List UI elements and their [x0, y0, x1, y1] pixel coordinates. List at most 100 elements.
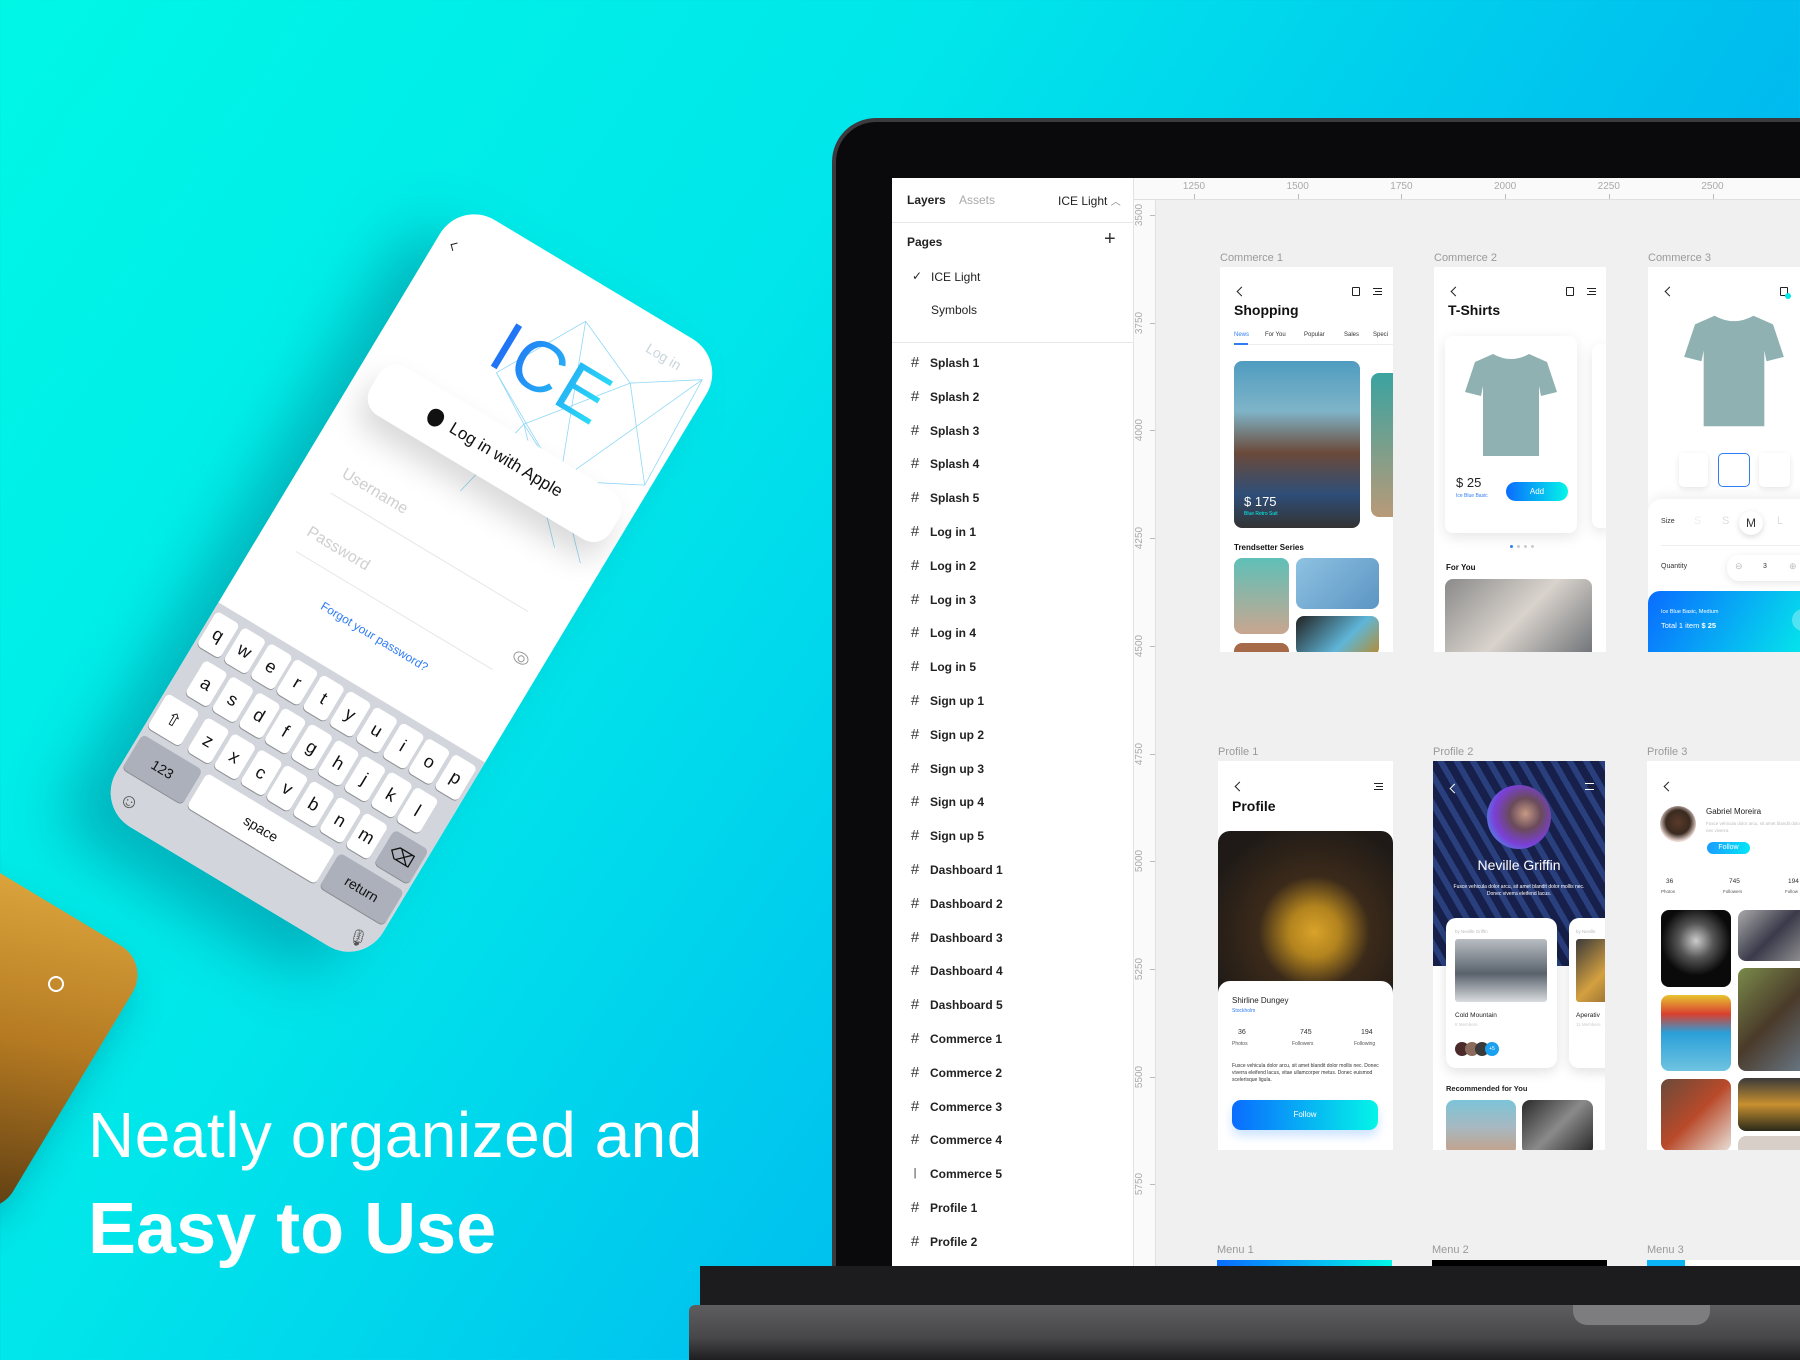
- frame-commerce-3[interactable]: Size S S M L Quantity ⊖ 3 ⊕ Ice Blue Bas…: [1648, 267, 1800, 652]
- layer-item[interactable]: # Sign up 4: [892, 791, 1132, 815]
- layer-item[interactable]: # Profile 1: [892, 1197, 1132, 1221]
- layer-item[interactable]: # Commerce 2: [892, 1062, 1132, 1086]
- search-icon: [48, 976, 64, 992]
- profile-location: Stockholm: [1232, 1008, 1256, 1014]
- layer-item[interactable]: # Dashboard 4: [892, 960, 1132, 984]
- layer-item[interactable]: # Commerce 1: [892, 1028, 1132, 1052]
- layer-item[interactable]: # Log in 2: [892, 555, 1132, 579]
- add-page-icon[interactable]: +: [1104, 228, 1116, 251]
- card-image: [1455, 939, 1547, 1002]
- layer-item[interactable]: # Splash 2: [892, 386, 1132, 410]
- product-price: $ 25: [1456, 475, 1482, 490]
- ruler-tick: [1150, 968, 1155, 970]
- order-summary: Ice Blue Basic, Medium: [1661, 609, 1719, 615]
- layer-item[interactable]: # Log in 4: [892, 622, 1132, 646]
- pages-title: Pages: [907, 235, 943, 249]
- follow-button[interactable]: Follow: [1707, 842, 1750, 854]
- frame-menu-1[interactable]: [1217, 1260, 1392, 1266]
- frame-icon: #: [910, 1232, 920, 1250]
- thumbnail[interactable]: [1759, 453, 1790, 487]
- frame-profile-3[interactable]: Gabriel Moreira Fusce vehicula dolor arc…: [1647, 761, 1800, 1150]
- layer-item[interactable]: # Log in 5: [892, 656, 1132, 680]
- minus-icon[interactable]: ⊖: [1735, 561, 1743, 572]
- layer-item[interactable]: # Log in 3: [892, 589, 1132, 613]
- layer-item[interactable]: # Sign up 1: [892, 690, 1132, 714]
- page-selector[interactable]: ICE Light ︿: [1058, 193, 1121, 208]
- frame-label-menu-1[interactable]: Menu 1: [1217, 1244, 1254, 1256]
- frame-icon: #: [910, 590, 920, 608]
- layer-item[interactable]: # Splash 1: [892, 352, 1132, 376]
- product-card[interactable]: $ 25 Ice Blue Basic Add: [1445, 336, 1577, 533]
- card-members: 8 Members: [1455, 1022, 1478, 1027]
- carousel-dot: [1531, 545, 1534, 548]
- frame-label-commerce-1[interactable]: Commerce 1: [1220, 252, 1283, 264]
- backspace-icon[interactable]: ⌫: [374, 829, 429, 885]
- ruler-y-label: 5250: [1134, 957, 1145, 981]
- layer-item[interactable]: # Splash 3: [892, 420, 1132, 444]
- layer-item[interactable]: # Sign up 3: [892, 758, 1132, 782]
- emoji-icon[interactable]: ☺: [114, 787, 144, 817]
- ruler-x-label: 1500: [1286, 181, 1309, 192]
- plus-icon[interactable]: ⊕: [1789, 561, 1797, 572]
- frame-menu-3[interactable]: [1647, 1260, 1800, 1266]
- frame-label-commerce-3[interactable]: Commerce 3: [1648, 252, 1711, 264]
- group-card[interactable]: by Neville Griffin Cold Mountain 8 Membe…: [1446, 918, 1557, 1068]
- page-item-symbols[interactable]: Symbols: [931, 303, 977, 317]
- layer-item[interactable]: # Dashboard 3: [892, 927, 1132, 951]
- layer-item[interactable]: # Dashboard 5: [892, 994, 1132, 1018]
- frame-label-profile-1[interactable]: Profile 1: [1218, 746, 1258, 758]
- layer-item[interactable]: # Profile 2: [892, 1231, 1132, 1255]
- frame-profile-2[interactable]: Neville Griffin Fusce vehicula dolor arc…: [1433, 761, 1605, 1150]
- carousel-dot: [1524, 545, 1527, 548]
- size-option[interactable]: S: [1722, 515, 1729, 527]
- layer-item[interactable]: | Commerce 5: [892, 1163, 1132, 1187]
- quantity-stepper[interactable]: ⊖ 3 ⊕: [1727, 555, 1800, 581]
- frame-profile-1[interactable]: Profile Shirline Dungey Stockholm 36 Pho…: [1218, 761, 1393, 1150]
- frame-commerce-2[interactable]: T-Shirts $ 25 Ice Blue Basic Add For You: [1434, 267, 1606, 652]
- layer-item[interactable]: # Commerce 3: [892, 1096, 1132, 1120]
- layer-item[interactable]: # Splash 4: [892, 453, 1132, 477]
- order-total-label: Total 1 item: [1661, 621, 1700, 630]
- arrow-right-icon[interactable]: →: [1792, 609, 1800, 631]
- frame-commerce-1[interactable]: Shopping News For You Popular Sales Spec…: [1220, 267, 1393, 652]
- thumbnail-selected[interactable]: [1718, 453, 1750, 487]
- frame-label-profile-3[interactable]: Profile 3: [1647, 746, 1687, 758]
- stat-value: 36: [1238, 1029, 1246, 1036]
- add-to-cart-button[interactable]: Add: [1506, 482, 1568, 501]
- checkout-bar[interactable]: Ice Blue Basic, Medium Total 1 item $ 25…: [1648, 591, 1800, 652]
- layer-item[interactable]: # Sign up 5: [892, 825, 1132, 849]
- stat-label: Follow: [1785, 889, 1799, 894]
- group-card[interactable]: by Neville Aperativ 11 Members: [1569, 918, 1605, 1068]
- product-image-suit: $ 175 Blue Retro Suit: [1234, 361, 1360, 528]
- frame-label-commerce-2[interactable]: Commerce 2: [1434, 252, 1497, 264]
- layer-item[interactable]: # Commerce 4: [892, 1129, 1132, 1153]
- follow-button[interactable]: Follow: [1232, 1100, 1378, 1130]
- tab-layers[interactable]: Layers: [907, 193, 946, 207]
- ruler-x-label: 2500: [1701, 181, 1724, 192]
- page-item-ice-light[interactable]: ICE Light: [931, 270, 980, 284]
- eye-icon[interactable]: [511, 648, 531, 668]
- frame-label-profile-2[interactable]: Profile 2: [1433, 746, 1473, 758]
- frame-menu-2[interactable]: [1432, 1260, 1607, 1266]
- thumbnail[interactable]: [1679, 453, 1708, 487]
- layer-item[interactable]: # Dashboard 2: [892, 893, 1132, 917]
- size-option[interactable]: S: [1694, 515, 1701, 527]
- gallery-image: [1738, 1136, 1800, 1150]
- frame-label-menu-3[interactable]: Menu 3: [1647, 1244, 1684, 1256]
- frame-icon: #: [910, 793, 920, 811]
- frame-label-menu-2[interactable]: Menu 2: [1432, 1244, 1469, 1256]
- stat-value: 194: [1361, 1029, 1373, 1036]
- layer-label: Log in 3: [930, 592, 976, 607]
- back-chevron-icon: [1664, 286, 1675, 297]
- layer-item[interactable]: # Log in 1: [892, 521, 1132, 545]
- microphone-icon[interactable]: 🎙: [344, 924, 372, 952]
- back-chevron-icon[interactable]: [450, 242, 460, 252]
- frame-icon: #: [910, 1199, 920, 1216]
- layer-item[interactable]: # Sign up 2: [892, 724, 1132, 748]
- tab-assets[interactable]: Assets: [959, 193, 995, 207]
- card-members: 11 Members: [1576, 1022, 1601, 1027]
- layer-item[interactable]: # Dashboard 1: [892, 859, 1132, 883]
- size-option[interactable]: L: [1777, 515, 1783, 527]
- size-option-selected[interactable]: M: [1739, 511, 1763, 535]
- layer-item[interactable]: # Splash 5: [892, 487, 1132, 511]
